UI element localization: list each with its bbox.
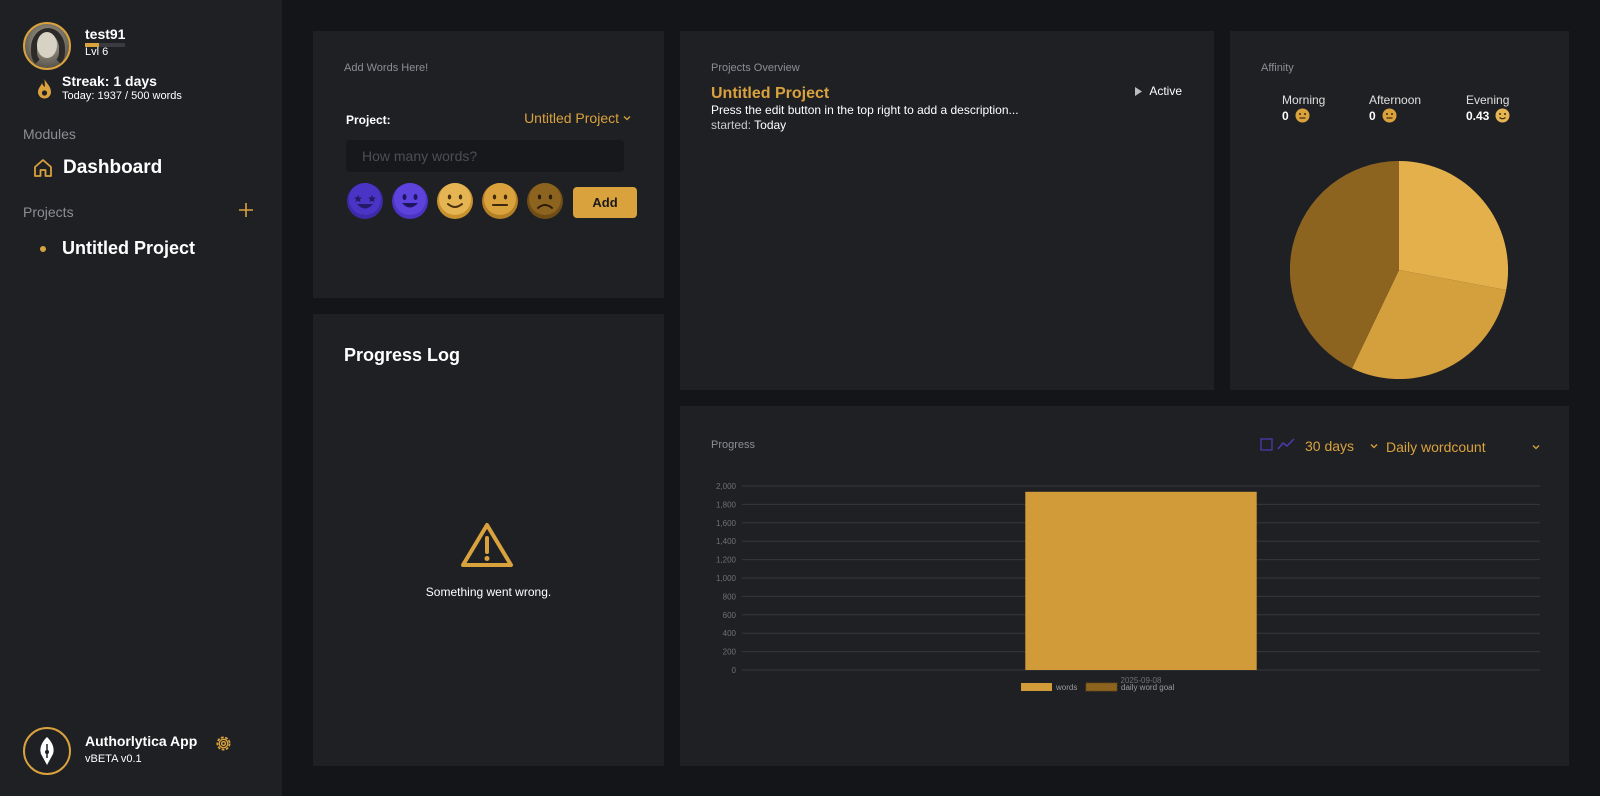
legend-label-words: words [1055, 683, 1077, 692]
affinity-label: Evening [1466, 93, 1510, 107]
warning-icon [461, 523, 513, 567]
affinity-label: Afternoon [1369, 93, 1422, 107]
status-label: Active [1149, 84, 1182, 98]
y-tick-label: 1,600 [716, 519, 737, 528]
y-tick-label: 1,200 [716, 556, 737, 565]
frowning-emoji-icon[interactable] [526, 182, 564, 220]
chevron-down-icon [623, 116, 631, 121]
progress-chart-card: Progress 30 days Daily wordcount 0 200 400… [680, 406, 1569, 766]
project-select[interactable]: Untitled Project [524, 110, 631, 126]
card-title: Projects Overview [711, 62, 800, 74]
projects-label: Projects [23, 204, 74, 220]
sidebar-item-dashboard[interactable]: Dashboard [33, 157, 162, 179]
neutral-emoji-icon [1382, 108, 1397, 123]
card-title: Add Words Here! [344, 62, 429, 74]
y-tick-label: 1,800 [716, 500, 737, 509]
legend-swatch-goal [1085, 682, 1118, 692]
project-label: Project: [346, 113, 391, 127]
star-struck-emoji-icon[interactable] [346, 182, 384, 220]
sidebar-item-label: Untitled Project [62, 238, 196, 258]
card-title: Affinity [1261, 62, 1294, 74]
sidebar-item-label: Dashboard [63, 157, 163, 178]
progress-log-card: Progress Log Something went wrong. [313, 314, 664, 766]
smiling-emoji-icon[interactable] [436, 182, 474, 220]
streak-title: Streak: 1 days [62, 73, 157, 89]
add-words-card: Add Words Here! Project: Untitled Projec… [313, 31, 664, 298]
neutral-emoji-icon[interactable] [481, 182, 519, 220]
y-tick-label: 1,400 [716, 537, 737, 546]
y-tick-label: 600 [723, 611, 737, 620]
sidebar: test91 Lvl 6 Streak: 1 days Today: 1937 … [0, 0, 282, 796]
legend-label-goal: daily word goal [1121, 683, 1175, 692]
add-words-button[interactable]: Add [573, 187, 637, 218]
pie-slice-evening[interactable] [1399, 161, 1508, 290]
projects-overview-card: Projects Overview Untitled Project Press… [680, 31, 1214, 390]
grinning-emoji-icon[interactable] [391, 182, 429, 220]
smiling-emoji-icon [1495, 108, 1510, 123]
y-tick-label: 2,000 [716, 482, 737, 491]
modules-label: Modules [23, 126, 76, 142]
affinity-card: Affinity Morning 0 Afternoon 0 Evening 0… [1230, 31, 1569, 390]
affinity-evening: Evening 0.43 [1466, 93, 1510, 123]
sidebar-item-project[interactable]: Untitled Project [40, 238, 195, 259]
app-name: Authorlytica App [85, 733, 198, 749]
gear-icon[interactable] [214, 734, 233, 753]
y-tick-label: 0 [732, 666, 737, 675]
word-count-input[interactable] [346, 140, 624, 172]
error-message: Something went wrong. [425, 585, 552, 599]
affinity-pie-chart [1290, 161, 1508, 379]
affinity-label: Morning [1282, 93, 1326, 107]
avatar[interactable] [23, 22, 71, 70]
progress-bar-chart: 0 200 400 600 800 1,000 1,200 1,400 1,600 1,800 2,… [716, 482, 1540, 692]
username: test91 [85, 26, 126, 42]
pen-nib-icon [40, 737, 54, 765]
affinity-value: 0 [1369, 108, 1376, 123]
app-logo [23, 727, 71, 775]
overview-started: started: Today [711, 118, 786, 132]
play-icon [1135, 86, 1143, 96]
y-tick-label: 800 [723, 592, 737, 601]
started-value: Today [754, 118, 787, 132]
flame-icon [38, 79, 51, 99]
y-tick-label: 400 [723, 629, 737, 638]
add-project-icon[interactable] [238, 202, 254, 218]
y-tick-label: 1,000 [716, 574, 737, 583]
progress-log-title: Progress Log [344, 345, 461, 365]
project-select-value: Untitled Project [524, 110, 619, 126]
neutral-emoji-icon [1295, 108, 1310, 123]
affinity-value: 0.43 [1466, 108, 1490, 123]
affinity-value: 0 [1282, 108, 1289, 123]
project-dot [40, 245, 46, 252]
app-version: vBETA v0.1 [85, 753, 142, 765]
y-tick-label: 200 [723, 648, 737, 657]
started-label: started: [711, 118, 752, 132]
streak-today: Today: 1937 / 500 words [62, 90, 182, 102]
overview-project-description: Press the edit button in the top right t… [711, 103, 1019, 117]
home-icon [34, 159, 52, 177]
overview-project-name[interactable]: Untitled Project [711, 85, 829, 103]
status-badge: Active [1134, 84, 1182, 98]
affinity-morning: Morning 0 [1282, 93, 1325, 123]
bar-words[interactable] [1025, 491, 1257, 670]
affinity-afternoon: Afternoon 0 [1369, 93, 1421, 123]
user-level: Lvl 6 [85, 46, 109, 58]
legend-swatch-words [1021, 683, 1052, 691]
